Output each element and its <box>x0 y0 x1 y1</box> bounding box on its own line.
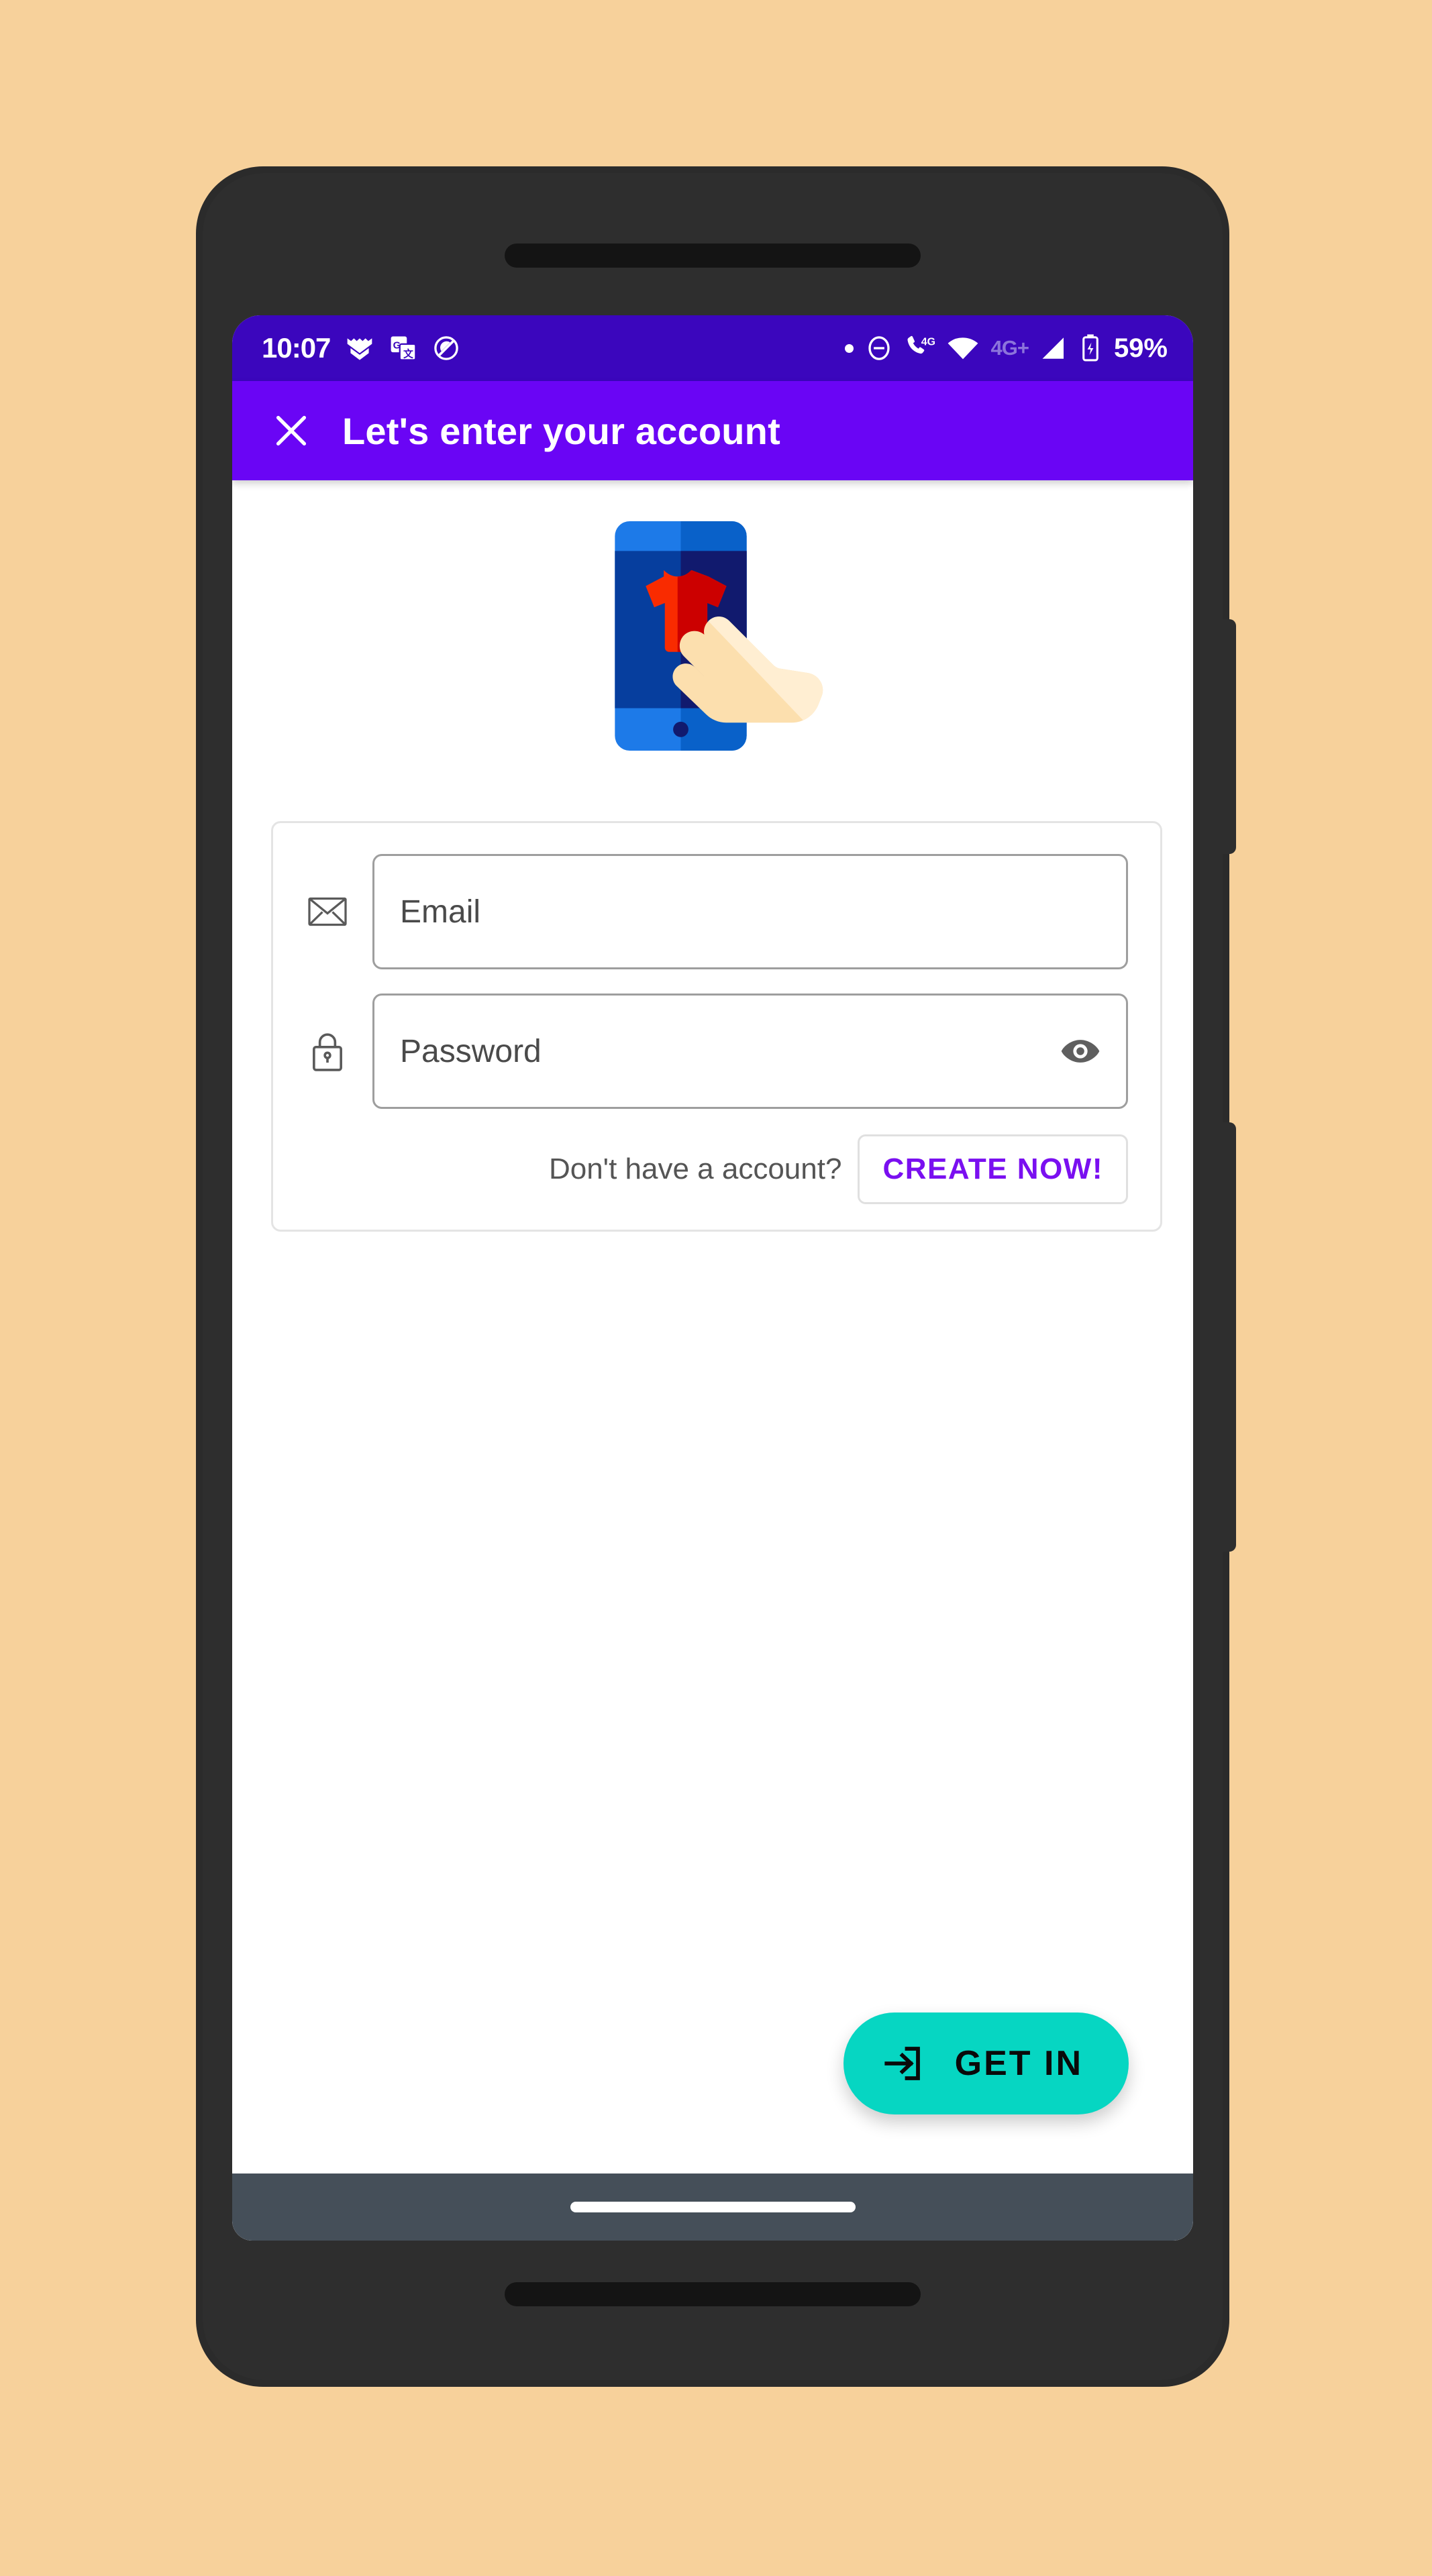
tap-phone-tshirt-icon <box>615 521 823 751</box>
hero-illustration <box>232 480 1193 763</box>
signup-prompt-label: Don't have a account? <box>548 1152 842 1185</box>
signup-row: Don't have a account? CREATE NOW! <box>305 1134 1128 1204</box>
email-placeholder: Email <box>400 894 481 930</box>
gesture-home-pill[interactable] <box>570 2202 856 2212</box>
password-visibility-toggle[interactable] <box>1059 1030 1102 1073</box>
get-in-button[interactable]: GET IN <box>843 2012 1129 2114</box>
earpiece-speaker <box>505 244 921 268</box>
password-input[interactable]: Password <box>372 994 1128 1109</box>
status-bar: 10:07 G 文 4G 4G+ 59% <box>232 315 1193 381</box>
call-network-label: 4G <box>921 337 935 348</box>
get-in-label: GET IN <box>954 2044 1083 2083</box>
close-icon <box>276 415 307 446</box>
eye-icon <box>1061 1040 1100 1063</box>
wifi-icon <box>947 335 979 362</box>
power-button[interactable] <box>1219 619 1236 854</box>
status-bar-right: 4G 4G+ 59% <box>845 333 1168 364</box>
volume-button[interactable] <box>1219 1122 1236 1552</box>
status-bar-left: 10:07 G 文 <box>262 332 460 364</box>
signal-bars-icon <box>1040 334 1068 362</box>
phone-screen: 10:07 G 文 4G 4G+ 59% Let's enter your ac… <box>232 315 1193 2241</box>
close-button[interactable] <box>259 398 323 463</box>
email-input[interactable]: Email <box>372 854 1128 969</box>
bottom-speaker-grille <box>505 2282 921 2306</box>
email-field-row: Email <box>305 854 1128 969</box>
do-not-disturb-icon <box>865 334 893 362</box>
phone-device: 10:07 G 文 4G 4G+ 59% Let's enter your ac… <box>196 166 1236 2387</box>
svg-text:文: 文 <box>403 347 413 360</box>
sync-disabled-icon <box>432 334 460 362</box>
envelope-icon <box>305 890 350 934</box>
lock-icon <box>305 1029 350 1073</box>
page-title: Let's enter your account <box>342 409 780 452</box>
app-badge-icon <box>345 333 374 363</box>
login-arrow-icon <box>884 2047 920 2080</box>
password-placeholder: Password <box>400 1033 542 1069</box>
login-form-card: Email Password Don't have a account? CRE… <box>271 821 1162 1232</box>
google-translate-icon: G 文 <box>389 334 417 362</box>
password-field-row: Password <box>305 994 1128 1109</box>
call-4g-icon: 4G <box>905 333 935 363</box>
svg-text:G: G <box>393 341 401 352</box>
app-bar: Let's enter your account <box>232 381 1193 480</box>
status-clock: 10:07 <box>262 332 331 364</box>
create-account-button[interactable]: CREATE NOW! <box>858 1134 1128 1204</box>
field-spacer <box>305 969 1128 994</box>
battery-percent-label: 59% <box>1113 333 1168 363</box>
battery-charging-icon <box>1080 333 1101 363</box>
android-navigation-bar <box>232 2174 1193 2241</box>
network-type-label: 4G+ <box>990 336 1029 360</box>
screen-body: Email Password Don't have a account? CRE… <box>232 480 1193 2241</box>
dot-icon <box>845 343 854 353</box>
